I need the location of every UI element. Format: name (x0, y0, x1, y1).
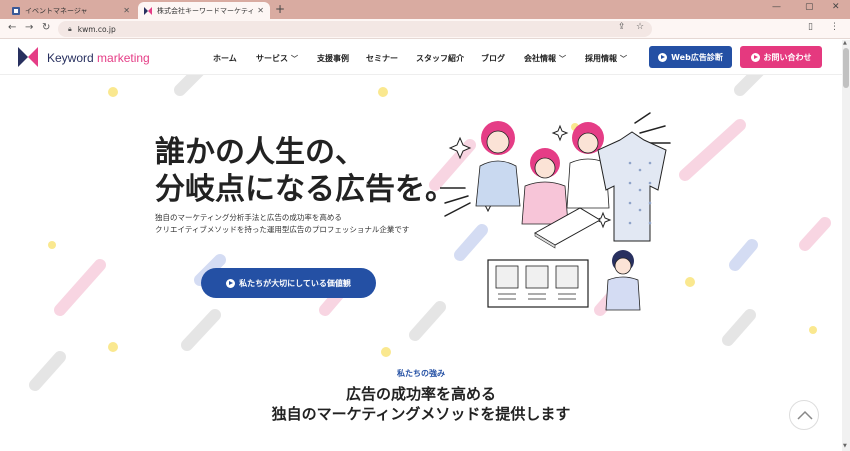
nav-case-studies[interactable]: 支援事例 (317, 53, 349, 64)
gray-stripe (181, 309, 221, 351)
gray-stripe (174, 75, 204, 96)
nav-staff[interactable]: スタッフ紹介 (416, 53, 464, 64)
logo-word-keyword: Keyword (47, 51, 94, 65)
back-arrow-icon[interactable]: ← (8, 22, 16, 33)
web-ad-diagnosis-button[interactable]: Web広告診断 (649, 46, 732, 68)
nav-seminars[interactable]: セミナー (366, 53, 398, 64)
scrollbar-thumb[interactable] (843, 48, 849, 88)
lock-icon: 🔒︎ (68, 24, 72, 33)
scroll-down-icon[interactable]: ▼ (843, 443, 847, 449)
nav-label: 支援事例 (317, 54, 349, 63)
logo-mark-icon[interactable] (18, 47, 38, 67)
browser-tab-bar: イベントマネージャ ✕ 株式会社キーワードマーケティング｜ 運 ✕ + — ▢ … (0, 0, 850, 19)
hero-subtitle: 独自のマーケティング分析手法と広告の成功率を高める クリエイティブメソッドを持っ… (155, 212, 409, 236)
nav-label: ホーム (213, 54, 237, 63)
forward-arrow-icon[interactable]: → (25, 22, 33, 33)
sidebar-icon[interactable]: ▯ (808, 22, 813, 32)
gray-stripe (734, 75, 764, 96)
button-label: 私たちが大切にしている価値観 (239, 278, 351, 288)
nav-label: 会社情報 (524, 54, 556, 63)
nav-label: セミナー (366, 54, 398, 63)
scroll-up-icon[interactable]: ▲ (843, 40, 847, 46)
button-label: お問い合わせ (763, 52, 812, 62)
nav-label: 採用情報 (585, 54, 617, 63)
pink-stripe (679, 119, 746, 181)
hero-subtitle-line2: クリエイティブメソッドを持った運用型広告のプロフェッショナル企業です (155, 225, 410, 234)
url-text: kwm.co.jp (77, 24, 116, 34)
tab-event-manager[interactable]: イベントマネージャ ✕ (6, 2, 136, 19)
nav-label: ブログ (481, 54, 505, 63)
close-window-button[interactable]: ✕ (832, 2, 840, 12)
nav-blog[interactable]: ブログ (481, 53, 505, 64)
pink-stripe (799, 217, 831, 251)
yellow-dot (809, 326, 817, 334)
nav-recruit[interactable]: 採用情報 ﹀ (585, 53, 627, 64)
back-to-top-button[interactable] (789, 400, 819, 430)
yellow-dot (108, 87, 118, 97)
pink-stripe (54, 259, 106, 316)
values-button[interactable]: 私たちが大切にしている価値観 (201, 268, 376, 298)
nav-home[interactable]: ホーム (213, 53, 237, 64)
reload-icon[interactable]: ↻ (42, 22, 50, 33)
strength-title-line1: 広告の成功率を高める (345, 385, 496, 403)
gray-stripe (722, 309, 756, 346)
strength-title-line2: 独自のマーケティングメソッドを提供します (271, 405, 571, 423)
tab-title: イベントマネージャ (25, 6, 88, 15)
chevron-up-icon (797, 410, 813, 420)
star-icon[interactable]: ☆ (636, 22, 644, 32)
shirt-icon (597, 131, 667, 242)
menu-icon[interactable]: ⋮ (830, 22, 839, 32)
hero-title-line2: 分岐点になる広告を。 (155, 172, 455, 207)
kwm-favicon-icon (144, 6, 152, 15)
page-scrollbar[interactable] (842, 40, 850, 451)
site-header: Keyword marketing ホーム サービス ﹀ 支援事例 セミナー スタ… (0, 40, 842, 75)
hero-illustration (440, 112, 671, 311)
nav-label: スタッフ紹介 (416, 54, 464, 63)
strength-title: 広告の成功率を高める 独自のマーケティングメソッドを提供します (0, 384, 842, 424)
browser-toolbar: ← → ↻ 🔒︎ kwm.co.jp ⇪ ☆ ▯ ⋮ (0, 19, 850, 39)
close-tab-icon[interactable]: ✕ (257, 6, 264, 15)
ad-board-icon (487, 259, 589, 308)
arrow-circle-icon (226, 278, 236, 288)
strength-label: 私たちの強み (397, 369, 445, 378)
address-bar[interactable]: 🔒︎ kwm.co.jp (58, 21, 652, 37)
tab-title: 株式会社キーワードマーケティング｜ 運 (157, 6, 255, 15)
arrow-circle-icon (750, 52, 760, 62)
yellow-dot (48, 241, 56, 249)
yellow-dot (108, 342, 118, 352)
hero-title: 誰かの人生の、 分岐点になる広告を。 (155, 134, 455, 208)
button-label: Web広告診断 (671, 52, 723, 62)
woman-1 (475, 121, 521, 207)
chevron-down-icon: ﹀ (559, 55, 566, 63)
tab-kwm[interactable]: 株式会社キーワードマーケティング｜ 運 ✕ (138, 2, 270, 19)
gray-stripe (409, 301, 446, 341)
yellow-dot (378, 87, 388, 97)
woman-4 (605, 250, 641, 311)
nav-company[interactable]: 会社情報 ﹀ (524, 53, 566, 64)
blue-stripe (729, 239, 758, 271)
woman-3 (521, 148, 569, 225)
close-tab-icon[interactable]: ✕ (123, 6, 130, 15)
logo-word-marketing: marketing (97, 51, 150, 65)
maximize-button[interactable]: ▢ (805, 2, 814, 12)
new-tab-button[interactable]: + (275, 2, 285, 16)
meta-favicon-icon (12, 6, 20, 15)
minimize-button[interactable]: — (772, 2, 781, 12)
yellow-dot (381, 347, 391, 357)
logo-text[interactable]: Keyword marketing (47, 51, 150, 65)
share-icon[interactable]: ⇪ (618, 22, 626, 32)
chevron-down-icon: ﹀ (620, 55, 627, 63)
nav-label: サービス (256, 54, 288, 63)
hero-title-line1: 誰かの人生の、 (155, 135, 365, 170)
chevron-down-icon: ﹀ (291, 55, 298, 63)
hero-subtitle-line1: 独自のマーケティング分析手法と広告の成功率を高める (155, 213, 342, 222)
contact-button[interactable]: お問い合わせ (740, 46, 822, 68)
nav-services[interactable]: サービス ﹀ (256, 53, 298, 64)
arrow-circle-icon (658, 52, 668, 62)
